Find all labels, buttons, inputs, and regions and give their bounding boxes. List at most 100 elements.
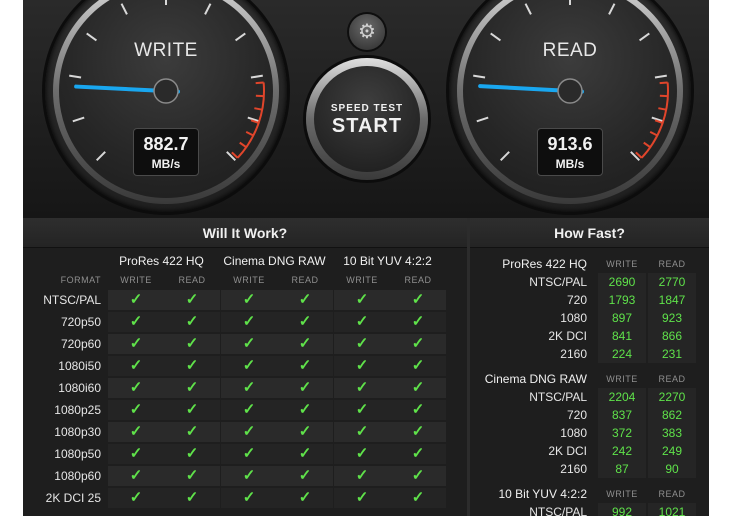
write-column-label: WRITE xyxy=(233,275,265,285)
checkmark-icon: ✓ xyxy=(221,312,277,332)
gauge-tick xyxy=(204,3,212,15)
checkmark-icon: ✓ xyxy=(164,400,220,420)
checkmark-icon: ✓ xyxy=(390,488,446,508)
gauge-tick xyxy=(499,151,510,162)
checkmark-icon: ✓ xyxy=(164,356,220,376)
format-row: 720p50 ✓ ✓ ✓ ✓ ✓ ✓ xyxy=(23,311,467,333)
read-gauge-dial xyxy=(473,0,669,162)
read-gauge: READ 913.6 MB/s xyxy=(449,0,691,212)
checkmark-icon: ✓ xyxy=(164,422,220,442)
write-speed-value: 882.7 xyxy=(143,134,189,154)
read-column-label: READ xyxy=(404,275,432,285)
blackmagic-disk-speed-test-window: WRITE 882.7 MB/s ⚙ SPEED TEST START READ… xyxy=(23,0,709,516)
format-label: 1080i50 xyxy=(58,359,101,373)
gauge-tick xyxy=(608,3,616,15)
gauge-tick xyxy=(524,3,532,15)
format-label: 720p50 xyxy=(60,315,101,329)
redline-tick xyxy=(255,81,264,85)
read-speed-value: 913.6 xyxy=(547,134,593,154)
checkmark-icon: ✓ xyxy=(334,444,390,464)
checkmark-icon: ✓ xyxy=(221,334,277,354)
codec-group-header: ProRes 422 HQ WRITE READ xyxy=(470,255,709,273)
codec-name: ProRes 422 HQ xyxy=(502,257,587,271)
gauge-tick xyxy=(72,116,85,123)
speed-row: 720 837 862 xyxy=(470,406,709,424)
speed-row: 2160 87 90 xyxy=(470,460,709,478)
format-label: 2K DCI xyxy=(548,444,587,458)
gauge-hub xyxy=(153,78,179,104)
format-label: NTSC/PAL xyxy=(529,390,587,404)
codec-name: 10 Bit YUV 4:2:2 xyxy=(498,487,588,501)
format-label: NTSC/PAL xyxy=(529,505,587,516)
read-fps-value: 1847 xyxy=(648,291,696,309)
read-fps-value: 231 xyxy=(648,345,696,363)
read-fps-value: 2770 xyxy=(648,273,696,291)
checkmark-icon: ✓ xyxy=(277,356,333,376)
write-fps-value: 1793 xyxy=(598,291,646,309)
write-fps-value: 992 xyxy=(598,503,646,516)
checkmark-icon: ✓ xyxy=(334,400,390,420)
redline-tick xyxy=(245,130,254,137)
checkmark-icon: ✓ xyxy=(277,334,333,354)
checkmark-icon: ✓ xyxy=(277,466,333,486)
format-label: 2K DCI xyxy=(548,329,587,343)
write-column-label: WRITE xyxy=(606,259,638,269)
checkmark-icon: ✓ xyxy=(390,466,446,486)
codec-group-header: 10 Bit YUV 4:2:2 WRITE READ xyxy=(470,485,709,503)
format-label: 720 xyxy=(566,293,587,307)
checkmark-icon: ✓ xyxy=(221,466,277,486)
format-row: 720p60 ✓ ✓ ✓ ✓ ✓ ✓ xyxy=(23,333,467,355)
checkmark-icon: ✓ xyxy=(390,400,446,420)
read-column-label: READ xyxy=(658,259,686,269)
checkmark-icon: ✓ xyxy=(221,488,277,508)
write-speed-unit: MB/s xyxy=(151,157,181,171)
write-fps-value: 897 xyxy=(598,309,646,327)
format-label: NTSC/PAL xyxy=(529,275,587,289)
gauge-tick xyxy=(473,74,486,79)
format-label: 1080p50 xyxy=(54,447,101,461)
read-fps-value: 383 xyxy=(648,424,696,442)
read-fps-value: 866 xyxy=(648,327,696,345)
gauge-tick xyxy=(69,74,82,79)
write-column-label: WRITE xyxy=(346,275,378,285)
write-fps-value: 2204 xyxy=(598,388,646,406)
checkmark-icon: ✓ xyxy=(164,466,220,486)
format-row: 1080i60 ✓ ✓ ✓ ✓ ✓ ✓ xyxy=(23,377,467,399)
will-it-work-title: Will It Work? xyxy=(23,218,467,248)
redline-tick xyxy=(659,81,668,85)
checkmark-icon: ✓ xyxy=(164,444,220,464)
checkmark-icon: ✓ xyxy=(334,488,390,508)
read-fps-value: 923 xyxy=(648,309,696,327)
checkmark-icon: ✓ xyxy=(108,312,164,332)
format-row: 2K DCI 25 ✓ ✓ ✓ ✓ ✓ ✓ xyxy=(23,487,467,509)
write-column-label: WRITE xyxy=(606,489,638,499)
checkmark-icon: ✓ xyxy=(221,444,277,464)
redline-tick xyxy=(254,107,263,111)
speed-row: 2K DCI 242 249 xyxy=(470,442,709,460)
redline-arc xyxy=(640,82,669,159)
checkmark-icon: ✓ xyxy=(108,444,164,464)
format-label: 1080p30 xyxy=(54,425,101,439)
read-speed-unit: MB/s xyxy=(555,157,585,171)
checkmark-icon: ✓ xyxy=(334,422,390,442)
checkmark-icon: ✓ xyxy=(277,312,333,332)
redline-tick xyxy=(658,107,667,111)
format-label: 2160 xyxy=(560,462,587,476)
codec-header: 10 Bit YUV 4:2:2 xyxy=(343,254,432,268)
gauge-hub xyxy=(557,78,583,104)
settings-button[interactable]: ⚙ xyxy=(349,14,385,50)
checkmark-icon: ✓ xyxy=(390,290,446,310)
write-column-label: WRITE xyxy=(606,374,638,384)
checkmark-icon: ✓ xyxy=(221,400,277,420)
start-button[interactable]: SPEED TEST START xyxy=(306,58,428,180)
speed-row: 1080 372 383 xyxy=(470,424,709,442)
checkmark-icon: ✓ xyxy=(334,334,390,354)
checkmark-icon: ✓ xyxy=(108,400,164,420)
checkmark-icon: ✓ xyxy=(277,378,333,398)
checkmark-icon: ✓ xyxy=(277,400,333,420)
checkmark-icon: ✓ xyxy=(390,422,446,442)
how-fast-title: How Fast? xyxy=(470,218,709,248)
speed-row: 1080 897 923 xyxy=(470,309,709,327)
checkmark-icon: ✓ xyxy=(334,466,390,486)
checkmark-icon: ✓ xyxy=(221,422,277,442)
